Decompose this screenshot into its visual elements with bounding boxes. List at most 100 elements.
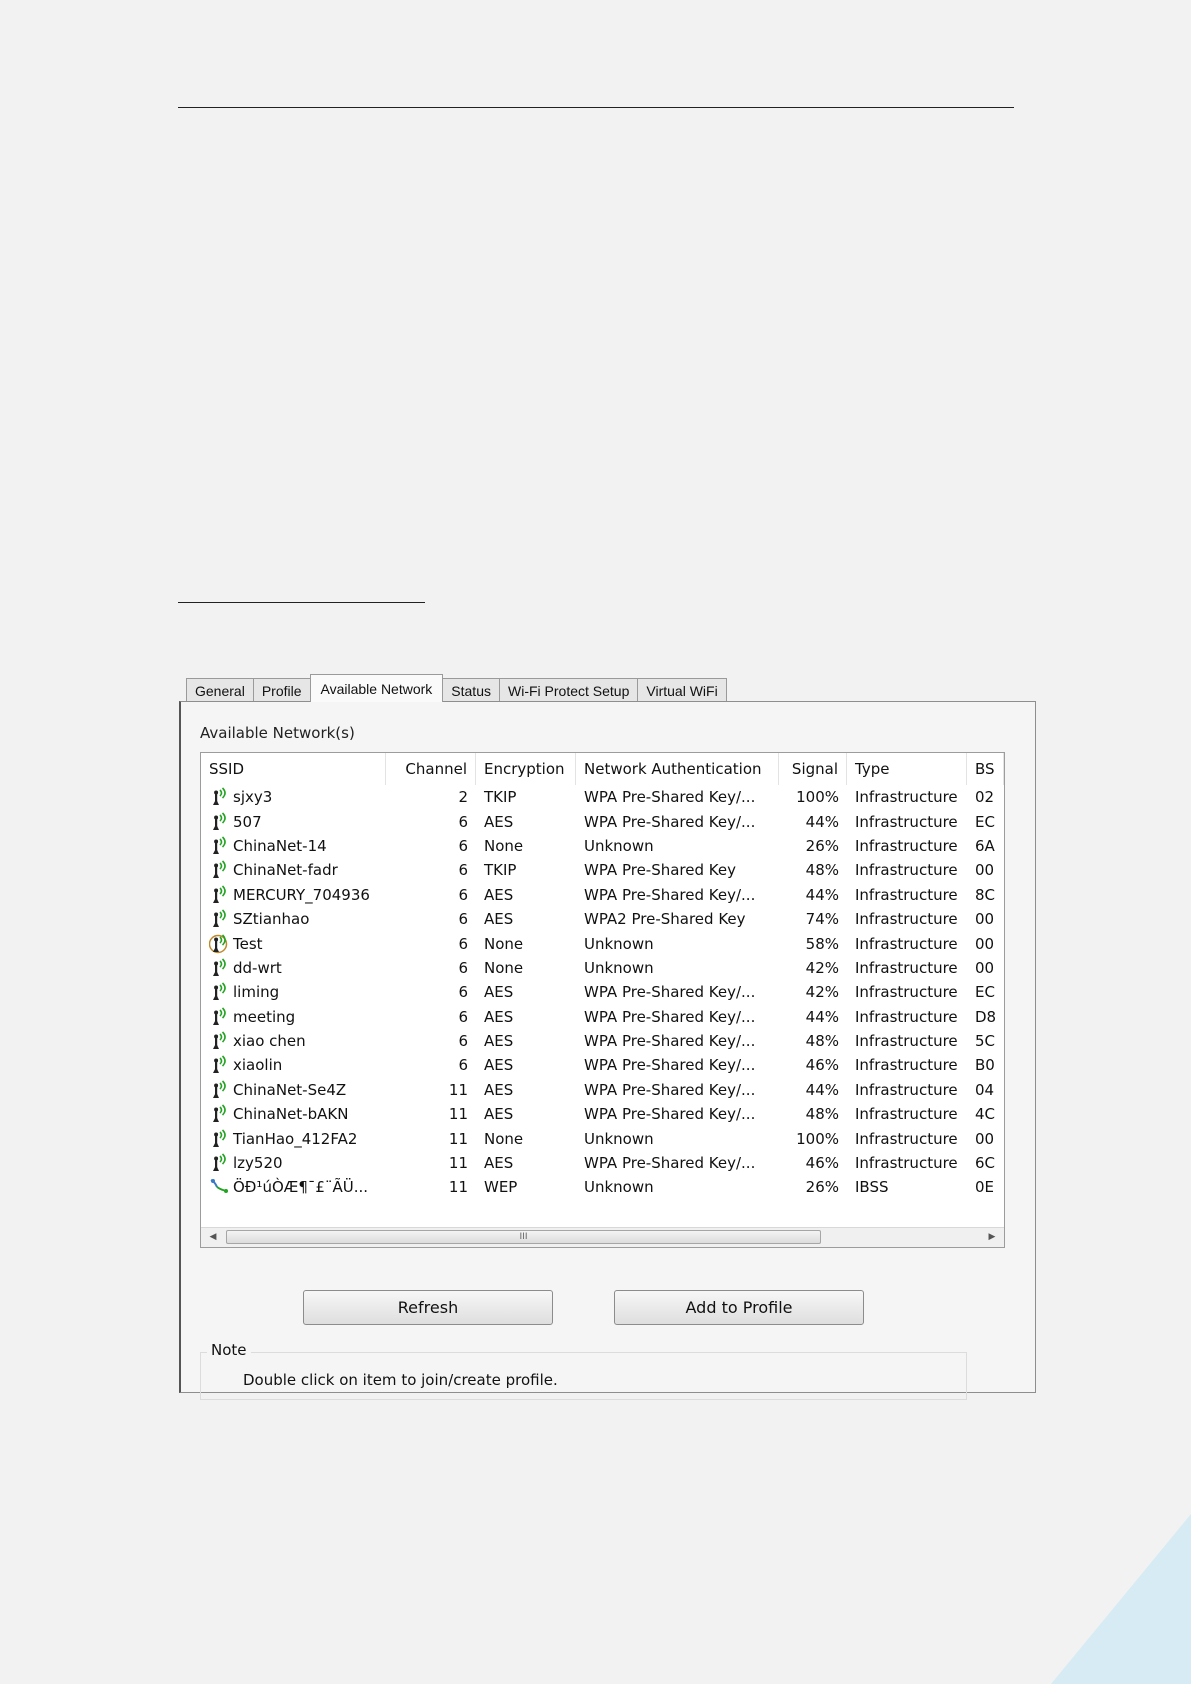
horizontal-scrollbar[interactable]: ◀ III ▶ bbox=[201, 1227, 1004, 1247]
tab-virtual-wifi[interactable]: Virtual WiFi bbox=[637, 678, 727, 702]
ssid-text: meeting bbox=[233, 1007, 296, 1026]
ssid-text: TianHao_412FA2 bbox=[233, 1129, 358, 1148]
cell-encryption: AES bbox=[484, 1105, 514, 1124]
cell-type: Infrastructure bbox=[855, 1032, 958, 1051]
panel-title: Available Network(s) bbox=[200, 724, 355, 742]
cell-bssid: EC bbox=[975, 983, 995, 1002]
network-row[interactable]: sjxy3 2 TKIP WPA Pre-Shared Key/... 100% Infr… bbox=[201, 785, 1004, 809]
network-row[interactable]: ChinaNet-bAKN 11 AES WPA Pre-Shared Key/...… bbox=[201, 1102, 1004, 1126]
cell-ssid: meeting bbox=[201, 1007, 386, 1027]
column-header-network-authentication[interactable]: Network Authentication bbox=[576, 753, 779, 785]
network-row[interactable]: SZtianhao 6 AES WPA2 Pre-Shared Key 74% Infra… bbox=[201, 907, 1004, 931]
antenna-signal-icon bbox=[209, 1153, 231, 1173]
cell-network-authentication: WPA Pre-Shared Key/... bbox=[584, 788, 756, 807]
antenna-signal-icon bbox=[209, 982, 231, 1002]
column-header-type[interactable]: Type bbox=[847, 753, 967, 785]
tab-status[interactable]: Status bbox=[442, 678, 500, 702]
network-row[interactable]: meeting 6 AES WPA Pre-Shared Key/... 44% Infr… bbox=[201, 1005, 1004, 1029]
cell-ssid: sjxy3 bbox=[201, 787, 386, 807]
column-header-ssid[interactable]: SSID bbox=[201, 753, 386, 785]
cell-type: Infrastructure bbox=[855, 1007, 958, 1026]
antenna-signal-icon bbox=[209, 1055, 231, 1075]
network-row[interactable]: ChinaNet-Se4Z 11 AES WPA Pre-Shared Key/...… bbox=[201, 1078, 1004, 1102]
scroll-right-arrow-icon[interactable]: ▶ bbox=[984, 1230, 1000, 1244]
cell-signal: 100% bbox=[796, 1129, 839, 1148]
cell-bssid: 8C bbox=[975, 885, 996, 904]
scroll-left-arrow-icon[interactable]: ◀ bbox=[205, 1230, 221, 1244]
antenna-signal-icon bbox=[209, 1031, 231, 1051]
cell-ssid: liming bbox=[201, 982, 386, 1002]
cell-bssid: 00 bbox=[975, 1129, 995, 1148]
network-row[interactable]: liming 6 AES WPA Pre-Shared Key/... 42% Infra… bbox=[201, 980, 1004, 1004]
network-list[interactable]: SSID Channel Encryption Network Authenticat… bbox=[200, 752, 1005, 1248]
network-row[interactable]: Test 6 None Unknown 58% Infrastructure 00 bbox=[201, 931, 1004, 955]
network-row[interactable]: ChinaNet-fadr 6 TKIP WPA Pre-Shared Key 48% I… bbox=[201, 858, 1004, 882]
cell-signal: 46% bbox=[805, 1154, 839, 1173]
network-row[interactable]: dd-wrt 6 None Unknown 42% Infrastructure 00 bbox=[201, 956, 1004, 980]
cell-encryption: AES bbox=[484, 1007, 514, 1026]
wireless-utility-dialog: General Profile Available Network Status Wi-… bbox=[179, 674, 1037, 1400]
cell-encryption: AES bbox=[484, 812, 514, 831]
cell-encryption: WEP bbox=[484, 1178, 518, 1197]
cell-network-authentication: WPA Pre-Shared Key/... bbox=[584, 1080, 756, 1099]
cell-ssid: dd-wrt bbox=[201, 958, 386, 978]
network-row[interactable]: TianHao_412FA2 11 None Unknown 100% Infrastru… bbox=[201, 1126, 1004, 1150]
cell-signal: 48% bbox=[805, 1105, 839, 1124]
cell-bssid: 00 bbox=[975, 934, 995, 953]
cell-channel: 6 bbox=[458, 983, 468, 1002]
cell-network-authentication: WPA Pre-Shared Key/... bbox=[584, 885, 756, 904]
network-row[interactable]: 507 6 AES WPA Pre-Shared Key/... 44% Infrastr… bbox=[201, 809, 1004, 833]
column-header-bssid[interactable]: BS bbox=[967, 753, 1004, 785]
antenna-signal-icon bbox=[209, 885, 231, 905]
cell-bssid: 6A bbox=[975, 836, 995, 855]
cell-network-authentication: Unknown bbox=[584, 1178, 654, 1197]
tab-wi-fi-protect-setup[interactable]: Wi-Fi Protect Setup bbox=[499, 678, 639, 702]
cell-signal: 26% bbox=[805, 836, 839, 855]
antenna-signal-icon bbox=[209, 836, 231, 856]
cell-ssid: ChinaNet-fadr bbox=[201, 860, 386, 880]
cell-channel: 6 bbox=[458, 1056, 468, 1075]
tab-general[interactable]: General bbox=[186, 678, 254, 702]
antenna-signal-icon bbox=[209, 1129, 231, 1149]
network-row[interactable]: ChinaNet-14 6 None Unknown 26% Infrastructure… bbox=[201, 834, 1004, 858]
ssid-text: xiao chen bbox=[233, 1032, 306, 1051]
cell-network-authentication: Unknown bbox=[584, 836, 654, 855]
cell-signal: 46% bbox=[805, 1056, 839, 1075]
cell-channel: 6 bbox=[458, 934, 468, 953]
ssid-text: ChinaNet-14 bbox=[233, 836, 327, 855]
column-header-signal[interactable]: Signal bbox=[779, 753, 847, 785]
ssid-text: 507 bbox=[233, 812, 262, 831]
cell-channel: 11 bbox=[448, 1178, 468, 1197]
column-header-channel[interactable]: Channel bbox=[386, 753, 476, 785]
network-row[interactable]: MERCURY_704936 6 AES WPA Pre-Shared Key/...… bbox=[201, 883, 1004, 907]
cell-network-authentication: WPA Pre-Shared Key/... bbox=[584, 983, 756, 1002]
cell-signal: 42% bbox=[805, 983, 839, 1002]
cell-bssid: B0 bbox=[975, 1056, 995, 1075]
note-legend: Note bbox=[207, 1341, 251, 1359]
antenna-signal-icon bbox=[209, 909, 231, 929]
cell-channel: 2 bbox=[458, 788, 468, 807]
antenna-signal-icon bbox=[209, 1104, 231, 1124]
cell-type: Infrastructure bbox=[855, 885, 958, 904]
cell-bssid: 02 bbox=[975, 788, 995, 807]
cell-bssid: D8 bbox=[975, 1007, 997, 1026]
add-to-profile-button[interactable]: Add to Profile bbox=[614, 1290, 864, 1325]
network-row[interactable]: xiao chen 6 AES WPA Pre-Shared Key/... 48% In… bbox=[201, 1029, 1004, 1053]
scrollbar-thumb[interactable]: III bbox=[226, 1230, 821, 1244]
cell-encryption: TKIP bbox=[484, 861, 517, 880]
cell-bssid: 0E bbox=[975, 1178, 995, 1197]
note-group: Note Double click on item to join/create… bbox=[200, 1341, 967, 1400]
refresh-button[interactable]: Refresh bbox=[303, 1290, 553, 1325]
network-row[interactable]: xiaolin 6 AES WPA Pre-Shared Key/... 46% Infr… bbox=[201, 1053, 1004, 1077]
cell-network-authentication: WPA Pre-Shared Key bbox=[584, 861, 736, 880]
tab-available-network[interactable]: Available Network bbox=[309, 674, 444, 702]
cell-type: Infrastructure bbox=[855, 983, 958, 1002]
available-network-panel: Available Network(s) SSID Channel Encrypti… bbox=[179, 701, 1036, 1400]
network-row[interactable]: lzy520 11 AES WPA Pre-Shared Key/... 46% Infr… bbox=[201, 1151, 1004, 1175]
note-text: Double click on item to join/create prof… bbox=[243, 1371, 558, 1389]
tab-profile[interactable]: Profile bbox=[252, 678, 311, 702]
cell-ssid: SZtianhao bbox=[201, 909, 386, 929]
network-row[interactable]: ÖÐ¹úÒÆ¶¯£¨ÃÜ... 11 WEP Unknown 26% IBSS 0E bbox=[201, 1175, 1004, 1199]
column-header-encryption[interactable]: Encryption bbox=[476, 753, 576, 785]
cell-network-authentication: WPA Pre-Shared Key/... bbox=[584, 812, 756, 831]
